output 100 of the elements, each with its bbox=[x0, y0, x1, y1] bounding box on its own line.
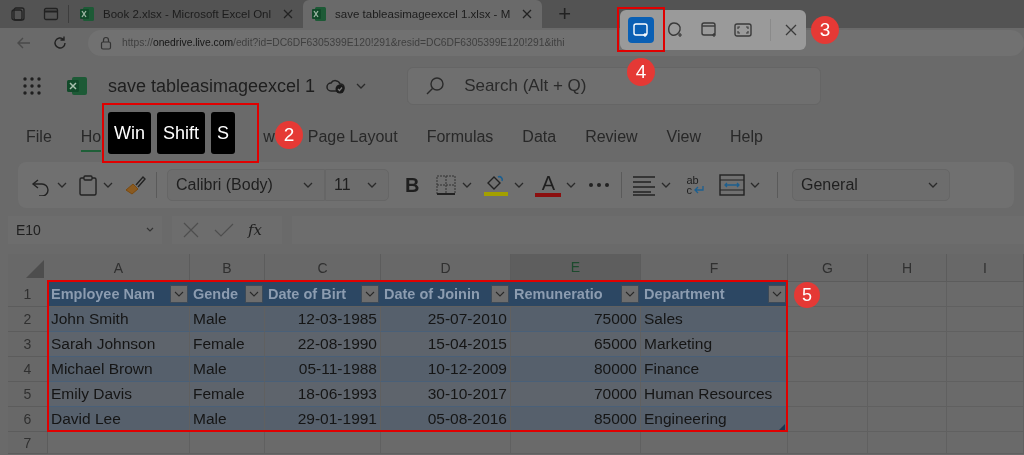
table-header-cell[interactable]: Department bbox=[641, 282, 788, 307]
paintbrush-icon[interactable] bbox=[124, 174, 146, 196]
table-cell[interactable]: 70000 bbox=[511, 382, 641, 407]
table-cell[interactable]: Michael Brown bbox=[48, 357, 190, 382]
snip-mode-button[interactable] bbox=[628, 17, 654, 43]
ribbon-tab[interactable]: File bbox=[26, 123, 52, 152]
ribbon-tab[interactable]: Ho bbox=[80, 123, 102, 152]
chevron-icon[interactable] bbox=[926, 180, 939, 190]
table-cell[interactable]: Male bbox=[190, 407, 265, 432]
font-color-button[interactable]: A bbox=[535, 173, 562, 197]
browser-tab[interactable]: save tableasimageexcel 1.xlsx - M bbox=[303, 0, 543, 28]
ribbon-tab[interactable]: Help bbox=[730, 123, 763, 152]
empty-cell[interactable] bbox=[641, 432, 788, 454]
fill-color-icon[interactable] bbox=[483, 173, 510, 197]
table-cell[interactable]: Marketing bbox=[641, 332, 788, 357]
empty-cell[interactable] bbox=[788, 432, 868, 454]
table-cell[interactable]: Male bbox=[190, 357, 265, 382]
filter-dropdown-icon[interactable] bbox=[491, 285, 509, 303]
chevron-icon[interactable] bbox=[461, 180, 474, 190]
table-cell[interactable]: 25-07-2010 bbox=[381, 307, 511, 332]
ribbon-tab[interactable]: Review bbox=[585, 123, 638, 152]
table-cell[interactable]: Female bbox=[190, 382, 265, 407]
chevron-icon[interactable] bbox=[565, 180, 578, 190]
table-cell[interactable]: John Smith bbox=[48, 307, 190, 332]
tab-actions-icon[interactable] bbox=[11, 6, 27, 22]
table-cell[interactable]: Engineering bbox=[641, 407, 788, 432]
new-tab-button[interactable]: + bbox=[558, 3, 572, 25]
table-cell[interactable]: 05-11-1988 bbox=[265, 357, 381, 382]
resize-handle-icon[interactable] bbox=[779, 424, 785, 430]
table-cell[interactable]: 29-01-1991 bbox=[265, 407, 381, 432]
close-icon[interactable] bbox=[522, 9, 533, 19]
borders-icon[interactable] bbox=[435, 174, 458, 196]
empty-cell[interactable] bbox=[190, 432, 265, 454]
table-cell[interactable]: Human Resources bbox=[641, 382, 788, 407]
vertical-tabs-icon[interactable] bbox=[43, 6, 59, 22]
column-header[interactable]: G bbox=[788, 254, 868, 282]
table-cell[interactable]: 05-08-2016 bbox=[381, 407, 511, 432]
insert-function-button[interactable]: fx bbox=[248, 221, 262, 239]
ribbon-tab[interactable]: Formulas bbox=[426, 123, 494, 152]
filter-dropdown-icon[interactable] bbox=[621, 285, 639, 303]
chevron-icon[interactable] bbox=[366, 180, 378, 190]
chevron-icon[interactable] bbox=[748, 180, 761, 190]
table-cell[interactable]: Sales bbox=[641, 307, 788, 332]
table-cell[interactable]: 80000 bbox=[511, 357, 641, 382]
row-number[interactable]: 7 bbox=[8, 432, 48, 454]
table-cell[interactable]: 75000 bbox=[511, 307, 641, 332]
close-icon[interactable] bbox=[785, 24, 797, 36]
close-icon[interactable] bbox=[283, 9, 294, 19]
table-cell[interactable]: David Lee bbox=[48, 407, 190, 432]
table-cell[interactable]: 65000 bbox=[511, 332, 641, 357]
check-icon[interactable] bbox=[214, 221, 234, 239]
column-header[interactable]: A bbox=[48, 254, 190, 282]
clipboard-icon[interactable] bbox=[78, 174, 98, 196]
bold-button[interactable]: B bbox=[405, 173, 420, 197]
table-header-cell[interactable]: Gende bbox=[190, 282, 265, 307]
table-cell[interactable]: Sarah Johnson bbox=[48, 332, 190, 357]
table-cell[interactable]: Emily Davis bbox=[48, 382, 190, 407]
empty-cell[interactable] bbox=[265, 432, 381, 454]
ribbon-tab[interactable]: View bbox=[666, 123, 701, 152]
cloud-check-icon[interactable] bbox=[325, 77, 348, 95]
number-format-dropdown[interactable]: General bbox=[791, 169, 950, 201]
table-cell[interactable]: 85000 bbox=[511, 407, 641, 432]
empty-cell[interactable]: 5 bbox=[788, 282, 868, 307]
font-size-dropdown[interactable]: 11 bbox=[325, 169, 389, 201]
ribbon-tab[interactable]: w bbox=[263, 123, 275, 152]
empty-cell[interactable] bbox=[381, 432, 511, 454]
table-cell[interactable]: 22-08-1990 bbox=[265, 332, 381, 357]
app-launcher-icon[interactable] bbox=[22, 76, 42, 96]
refresh-icon[interactable] bbox=[52, 34, 68, 51]
empty-cell[interactable] bbox=[511, 432, 641, 454]
table-cell[interactable]: 18-06-1993 bbox=[265, 382, 381, 407]
filter-dropdown-icon[interactable] bbox=[170, 285, 188, 303]
merge-cells-icon[interactable] bbox=[718, 173, 745, 197]
wrap-text-button[interactable]: ab c bbox=[686, 175, 705, 195]
document-title[interactable]: save tableasimageexcel 1 bbox=[108, 75, 316, 97]
chevron-icon[interactable] bbox=[102, 180, 114, 190]
table-header-cell[interactable]: Date of Joinin bbox=[381, 282, 511, 307]
column-header[interactable]: H bbox=[868, 254, 947, 282]
cancel-icon[interactable] bbox=[182, 221, 200, 239]
ribbon-tab[interactable]: Page Layout bbox=[307, 123, 398, 152]
column-header[interactable]: E bbox=[511, 254, 641, 282]
table-header-cell[interactable]: Date of Birt bbox=[265, 282, 381, 307]
filter-dropdown-icon[interactable] bbox=[245, 285, 263, 303]
chevron-icon[interactable] bbox=[660, 180, 673, 190]
chevron-icon[interactable] bbox=[355, 81, 368, 91]
table-cell[interactable]: 15-04-2015 bbox=[381, 332, 511, 357]
table-cell[interactable]: Female bbox=[190, 332, 265, 357]
table-header-cell[interactable]: Remuneratio bbox=[511, 282, 641, 307]
table-cell[interactable]: 30-10-2017 bbox=[381, 382, 511, 407]
chevron-icon[interactable] bbox=[302, 180, 314, 190]
ribbon-tab[interactable]: Data bbox=[522, 123, 557, 152]
more-icon[interactable] bbox=[587, 181, 612, 189]
filter-dropdown-icon[interactable] bbox=[768, 285, 786, 303]
filter-dropdown-icon[interactable] bbox=[361, 285, 379, 303]
table-header-cell[interactable]: Employee Nam bbox=[48, 282, 190, 307]
table-cell[interactable]: Finance bbox=[641, 357, 788, 382]
chevron-icon[interactable] bbox=[56, 180, 68, 190]
align-icon[interactable] bbox=[632, 174, 657, 196]
chevron-icon[interactable] bbox=[513, 180, 526, 190]
font-dropdown[interactable]: Calibri (Body) bbox=[167, 169, 325, 201]
